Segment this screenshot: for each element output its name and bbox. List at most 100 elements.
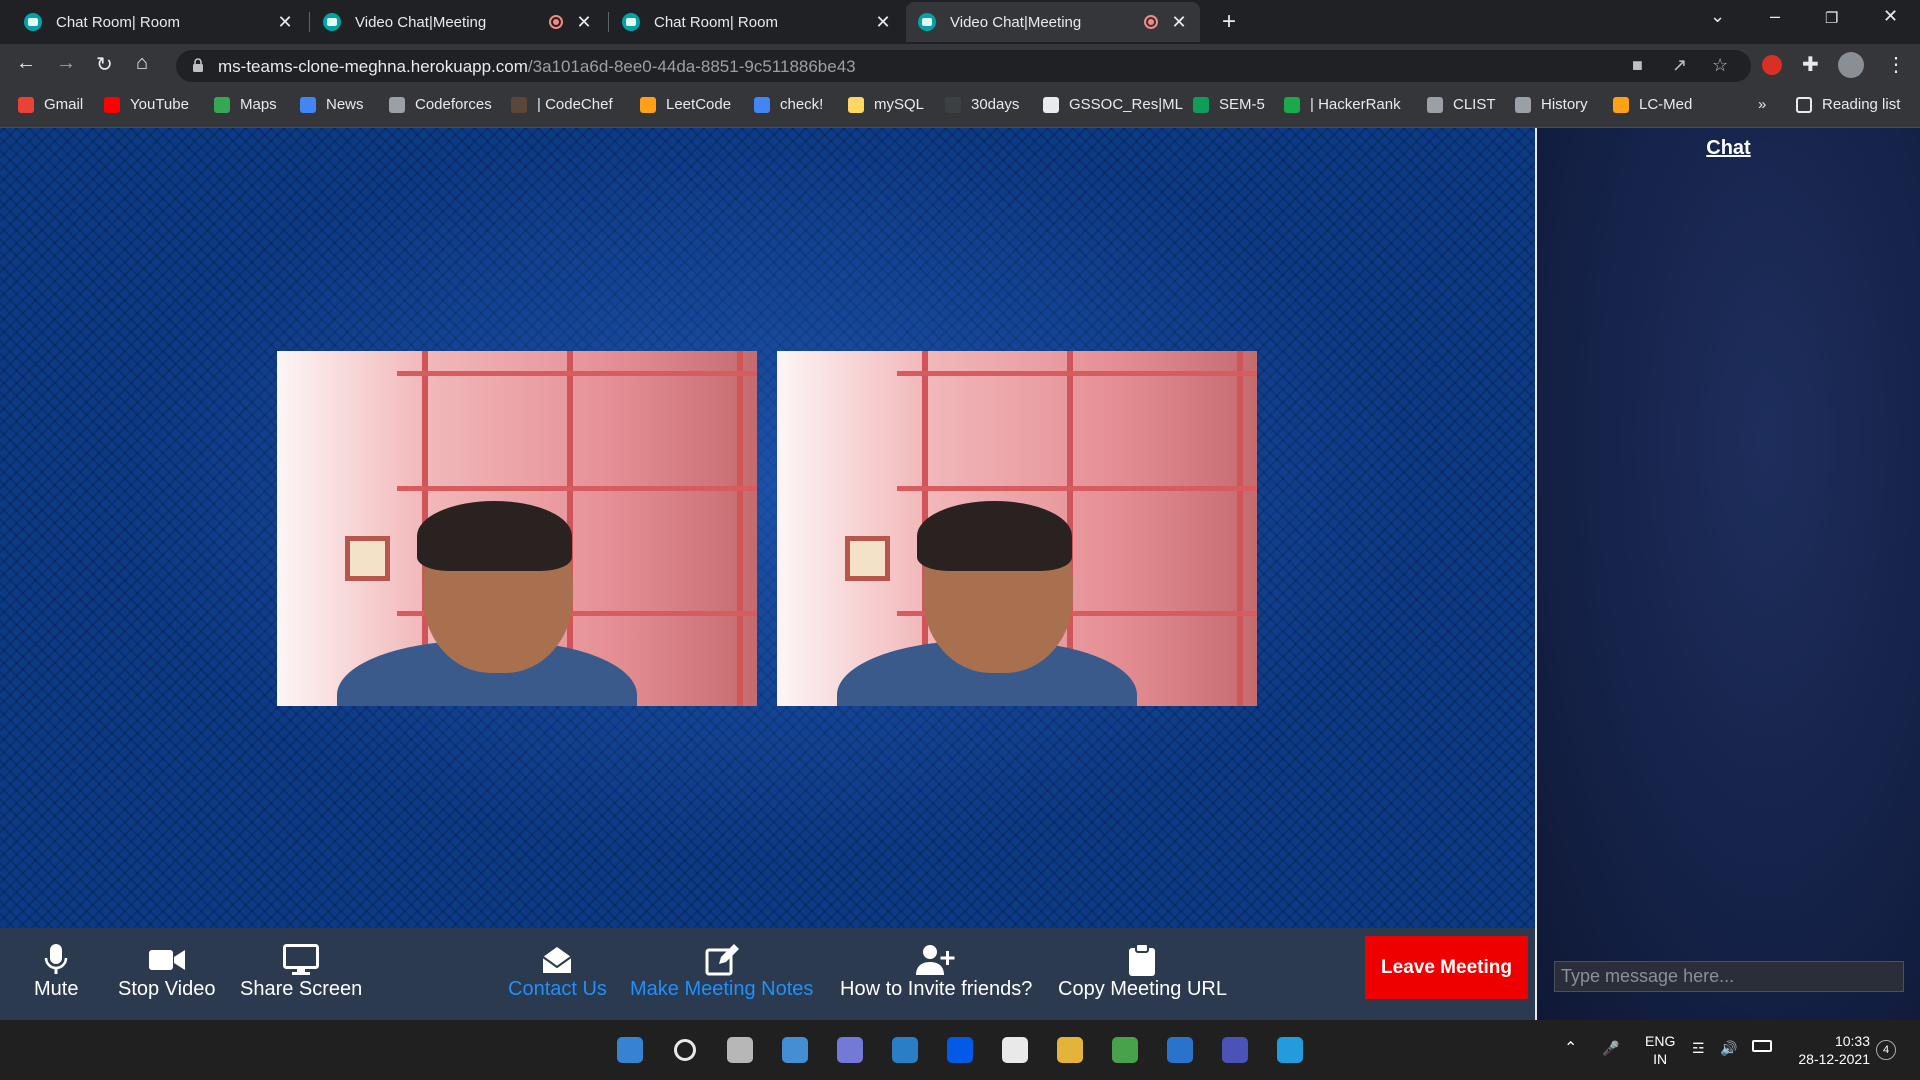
reload-icon[interactable]: ↻ xyxy=(96,52,113,77)
volume-icon[interactable]: 🔊 xyxy=(1720,1039,1737,1057)
globe-icon xyxy=(389,96,405,113)
bookmark-item[interactable]: History xyxy=(1515,96,1588,113)
extension-icon[interactable] xyxy=(1762,55,1782,75)
back-icon[interactable]: ← xyxy=(16,52,36,75)
contact-us-button[interactable]: Contact Us xyxy=(508,942,607,1001)
browser-tab[interactable]: Video Chat|Meeting ✕ xyxy=(311,2,605,42)
chat-title: Chat xyxy=(1706,137,1751,159)
share-icon[interactable]: ↗ xyxy=(1672,55,1687,76)
wifi-icon[interactable]: ☲ xyxy=(1692,1039,1705,1057)
envelope-open-icon xyxy=(541,942,573,978)
bookmark-label: Maps xyxy=(240,96,277,113)
bookmark-item[interactable]: | HackerRank xyxy=(1284,96,1401,113)
task-view-icon[interactable] xyxy=(724,1034,756,1066)
bookmark-item[interactable]: YouTube xyxy=(104,96,189,113)
teams-chat-icon[interactable] xyxy=(834,1034,866,1066)
bookmark-item[interactable]: Maps xyxy=(214,96,277,113)
dropbox-icon[interactable] xyxy=(944,1034,976,1066)
leave-meeting-button[interactable]: Leave Meeting xyxy=(1365,936,1528,999)
bookmark-item[interactable]: SEM-5 xyxy=(1193,96,1265,113)
extensions-puzzle-icon[interactable]: ✚ xyxy=(1802,52,1819,77)
store-icon[interactable] xyxy=(889,1034,921,1066)
teams-icon[interactable] xyxy=(1219,1034,1251,1066)
remote-video xyxy=(777,351,1257,706)
meeting-favicon-icon xyxy=(622,13,640,31)
language-indicator[interactable]: ENG IN xyxy=(1645,1032,1675,1068)
close-tab-icon[interactable]: ✕ xyxy=(1170,12,1188,33)
power-automate-icon[interactable] xyxy=(999,1034,1031,1066)
microphone-tray-icon[interactable]: 🎤 xyxy=(1602,1039,1619,1057)
bookmark-label: | HackerRank xyxy=(1310,96,1401,113)
monitor-icon xyxy=(283,942,320,978)
mail-icon[interactable] xyxy=(1164,1034,1196,1066)
file-explorer-icon[interactable] xyxy=(1054,1034,1086,1066)
bookmark-item[interactable]: Gmail xyxy=(18,96,83,113)
bookmark-item[interactable]: GSSOC_Res|ML xyxy=(1043,96,1183,113)
bookmarks-overflow-button[interactable]: » xyxy=(1758,96,1766,113)
copy-meeting-url-button[interactable]: Copy Meeting URL xyxy=(1058,942,1227,1001)
share-screen-button[interactable]: Share Screen xyxy=(240,942,362,1001)
bookmark-item[interactable]: CLIST xyxy=(1427,96,1496,113)
close-tab-icon[interactable]: ✕ xyxy=(276,12,294,33)
tray-overflow-icon[interactable]: ⌃ xyxy=(1564,1040,1577,1058)
browser-tab[interactable]: Chat Room| Room ✕ xyxy=(610,2,904,42)
bookmark-item[interactable]: News xyxy=(300,96,364,113)
home-icon[interactable]: ⌂ xyxy=(136,52,148,75)
invite-friends-label: How to Invite friends? xyxy=(840,978,1033,1000)
clock[interactable]: 10:33 28-12-2021 xyxy=(1790,1032,1870,1068)
widgets-icon[interactable] xyxy=(779,1034,811,1066)
video-stage xyxy=(0,128,1535,928)
tab-strip: Chat Room| Room ✕ Video Chat|Meeting ✕ C… xyxy=(0,0,1920,44)
30days-icon xyxy=(945,96,961,113)
chat-message-input[interactable] xyxy=(1554,961,1904,992)
mute-label: Mute xyxy=(34,978,79,1000)
profile-avatar[interactable] xyxy=(1838,52,1864,78)
bookmark-label: Gmail xyxy=(44,96,84,113)
new-tab-button[interactable]: + xyxy=(1222,8,1236,36)
meeting-favicon-icon xyxy=(24,13,42,31)
close-window-button[interactable]: ✕ xyxy=(1883,6,1898,27)
bookmark-star-icon[interactable]: ☆ xyxy=(1712,55,1728,76)
tab-search-icon[interactable]: ⌄ xyxy=(1710,6,1725,27)
tab-title: Video Chat|Meeting xyxy=(950,13,1082,31)
edit-icon xyxy=(705,942,739,978)
meeting-notes-button[interactable]: Make Meeting Notes xyxy=(630,942,813,1001)
battery-icon[interactable] xyxy=(1752,1040,1772,1052)
bookmark-item[interactable]: LeetCode xyxy=(640,96,731,113)
bookmark-item[interactable]: mySQL xyxy=(848,96,924,113)
bookmark-item[interactable]: LC-Med xyxy=(1613,96,1692,113)
bookmark-item[interactable]: | CodeChef xyxy=(511,96,613,113)
reading-list-button[interactable]: Reading list xyxy=(1796,96,1900,113)
bookmark-label: LeetCode xyxy=(666,96,732,113)
bookmark-label: mySQL xyxy=(874,96,925,113)
camera-in-use-icon[interactable]: ■ xyxy=(1632,55,1643,76)
maps-icon xyxy=(214,96,230,113)
search-icon[interactable] xyxy=(669,1034,701,1066)
codechef-icon xyxy=(511,96,527,113)
chrome-icon[interactable] xyxy=(1109,1034,1141,1066)
invite-friends-button[interactable]: How to Invite friends? xyxy=(840,942,1032,1001)
stop-video-button[interactable]: Stop Video xyxy=(118,942,216,1001)
bookmark-item[interactable]: 30days xyxy=(945,96,1019,113)
forward-icon[interactable]: → xyxy=(56,52,76,75)
close-tab-icon[interactable]: ✕ xyxy=(575,12,593,33)
lock-icon xyxy=(193,58,203,72)
maximize-button[interactable]: ❐ xyxy=(1825,9,1838,27)
meeting-favicon-icon xyxy=(918,13,936,31)
bookmark-item[interactable]: Codeforces xyxy=(389,96,492,113)
mute-button[interactable]: Mute xyxy=(34,942,78,1001)
local-video xyxy=(277,351,757,706)
menu-kebab-icon[interactable]: ⋮ xyxy=(1886,52,1906,77)
browser-tab[interactable]: Chat Room| Room ✕ xyxy=(12,2,306,42)
close-tab-icon[interactable]: ✕ xyxy=(874,12,892,33)
hackerrank-icon xyxy=(1284,96,1300,113)
address-bar[interactable]: ms-teams-clone-meghna.herokuapp.com/3a10… xyxy=(176,50,1751,82)
bookmark-item[interactable]: check! xyxy=(754,96,823,113)
notification-badge[interactable]: 4 xyxy=(1876,1040,1896,1060)
vscode-icon[interactable] xyxy=(1274,1034,1306,1066)
windows-start-icon[interactable] xyxy=(614,1034,646,1066)
contact-us-label: Contact Us xyxy=(508,978,607,1000)
share-screen-label: Share Screen xyxy=(240,978,363,1000)
minimize-button[interactable]: – xyxy=(1770,6,1780,27)
browser-tab-active[interactable]: Video Chat|Meeting ✕ xyxy=(906,2,1200,42)
